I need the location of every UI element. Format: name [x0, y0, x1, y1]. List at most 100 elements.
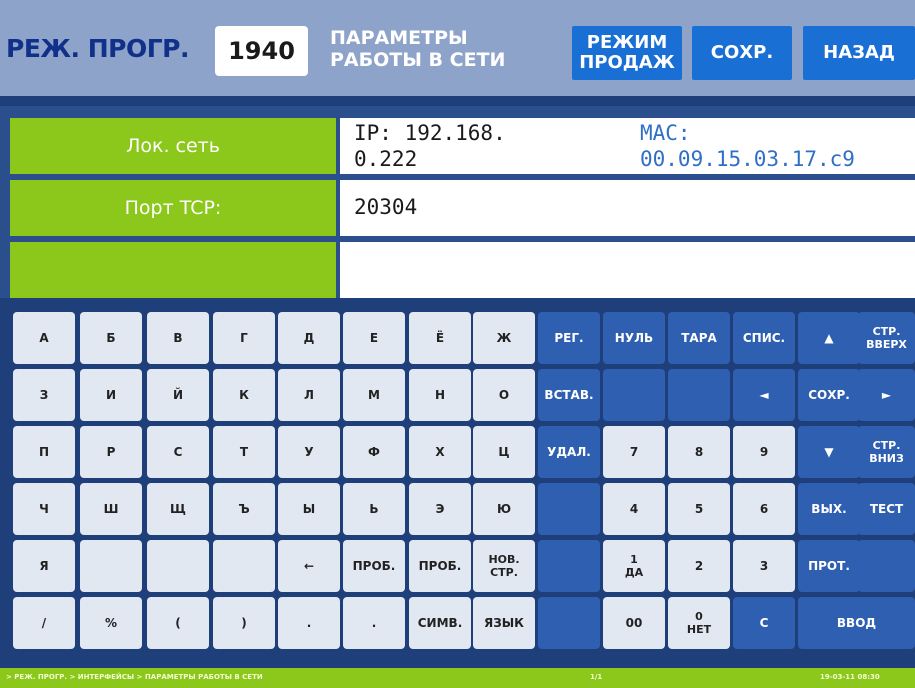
key-r5-c5[interactable]: .: [343, 597, 405, 649]
key-r2-c6[interactable]: Х: [409, 426, 471, 478]
key-r4-c4[interactable]: ←: [278, 540, 340, 592]
network-settings-panel: Лок. сеть IP: 192.168. 0.222 MAC: 00.09.…: [0, 106, 915, 298]
key-r5-c0[interactable]: /: [13, 597, 75, 649]
key-r5-c12[interactable]: ВВОД: [798, 597, 915, 649]
key-r5-c11[interactable]: С: [733, 597, 795, 649]
key-r1-c9[interactable]: [603, 369, 665, 421]
key-r3-c2[interactable]: Щ: [147, 483, 209, 535]
key-r0-c1[interactable]: Б: [80, 312, 142, 364]
key-r0-c10[interactable]: ТАРА: [668, 312, 730, 364]
empty-value-field[interactable]: [340, 242, 915, 298]
key-r5-c1[interactable]: %: [80, 597, 142, 649]
key-r0-c2[interactable]: В: [147, 312, 209, 364]
key-r3-c7[interactable]: Ю: [473, 483, 535, 535]
key-r3-c0[interactable]: Ч: [13, 483, 75, 535]
key-r5-c9[interactable]: 00: [603, 597, 665, 649]
key-r2-c0[interactable]: П: [13, 426, 75, 478]
key-r5-c8[interactable]: [538, 597, 600, 649]
key-r2-c2[interactable]: С: [147, 426, 209, 478]
tcp-port-value: 20304: [354, 195, 418, 219]
key-r5-c3[interactable]: ): [213, 597, 275, 649]
key-r2-c11[interactable]: 9: [733, 426, 795, 478]
screen-title: ПАРАМЕТРЫ РАБОТЫ В СЕТИ: [330, 27, 506, 71]
key-r2-c9[interactable]: 7: [603, 426, 665, 478]
key-r5-c10[interactable]: 0 НЕТ: [668, 597, 730, 649]
key-r3-c10[interactable]: 5: [668, 483, 730, 535]
key-r3-c13[interactable]: ТЕСТ: [858, 483, 915, 535]
key-r4-c9[interactable]: 1 ДА: [603, 540, 665, 592]
key-r3-c9[interactable]: 4: [603, 483, 665, 535]
lan-value-field[interactable]: IP: 192.168. 0.222 MAC: 00.09.15.03.17.c…: [340, 118, 915, 174]
key-r5-c6[interactable]: СИМВ.: [409, 597, 471, 649]
key-r4-c6[interactable]: ПРОБ.: [409, 540, 471, 592]
key-r2-c10[interactable]: 8: [668, 426, 730, 478]
empty-label[interactable]: [10, 242, 336, 298]
key-r4-c5[interactable]: ПРОБ.: [343, 540, 405, 592]
key-r1-c7[interactable]: О: [473, 369, 535, 421]
key-r1-c12[interactable]: СОХР.: [798, 369, 860, 421]
key-r3-c1[interactable]: Ш: [80, 483, 142, 535]
key-r1-c4[interactable]: Л: [278, 369, 340, 421]
key-r5-c7[interactable]: ЯЗЫК: [473, 597, 535, 649]
key-r4-c7[interactable]: НОВ. СТР.: [473, 540, 535, 592]
key-r3-c3[interactable]: Ъ: [213, 483, 275, 535]
tcp-port-label[interactable]: Порт TCP:: [10, 180, 336, 236]
key-r1-c3[interactable]: К: [213, 369, 275, 421]
key-r0-c6[interactable]: Ё: [409, 312, 471, 364]
key-r4-c0[interactable]: Я: [13, 540, 75, 592]
key-r0-c5[interactable]: Е: [343, 312, 405, 364]
key-r3-c11[interactable]: 6: [733, 483, 795, 535]
key-r2-c1[interactable]: Р: [80, 426, 142, 478]
datetime: 19-03-11 08:30: [820, 673, 880, 681]
key-r0-c0[interactable]: А: [13, 312, 75, 364]
key-r3-c8[interactable]: [538, 483, 600, 535]
key-r0-c3[interactable]: Г: [213, 312, 275, 364]
key-r4-c12[interactable]: ПРОТ.: [798, 540, 860, 592]
key-r0-c9[interactable]: НУЛЬ: [603, 312, 665, 364]
key-r4-c3[interactable]: [213, 540, 275, 592]
save-button[interactable]: СОХР.: [692, 26, 792, 80]
tcp-port-field[interactable]: 20304: [340, 180, 915, 236]
key-r5-c4[interactable]: .: [278, 597, 340, 649]
key-r1-c0[interactable]: З: [13, 369, 75, 421]
key-r2-c4[interactable]: У: [278, 426, 340, 478]
key-r1-c6[interactable]: Н: [409, 369, 471, 421]
key-r0-c12[interactable]: ▲: [798, 312, 860, 364]
key-r3-c5[interactable]: Ь: [343, 483, 405, 535]
key-r0-c8[interactable]: РЕГ.: [538, 312, 600, 364]
key-r1-c2[interactable]: Й: [147, 369, 209, 421]
key-r2-c12[interactable]: ▼: [798, 426, 860, 478]
key-r2-c13[interactable]: СТР. ВНИЗ: [858, 426, 915, 478]
key-r0-c7[interactable]: Ж: [473, 312, 535, 364]
key-r2-c8[interactable]: УДАЛ.: [538, 426, 600, 478]
key-r0-c11[interactable]: СПИС.: [733, 312, 795, 364]
key-r4-c2[interactable]: [147, 540, 209, 592]
key-r1-c10[interactable]: [668, 369, 730, 421]
key-r2-c3[interactable]: Т: [213, 426, 275, 478]
sales-mode-button[interactable]: РЕЖИМ ПРОДАЖ: [572, 26, 682, 80]
key-r1-c8[interactable]: ВСТАВ.: [538, 369, 600, 421]
key-r3-c6[interactable]: Э: [409, 483, 471, 535]
lan-label[interactable]: Лок. сеть: [10, 118, 336, 174]
mode-title: РЕЖ. ПРОГР.: [6, 34, 189, 63]
header-bar: РЕЖ. ПРОГР. 1940 ПАРАМЕТРЫ РАБОТЫ В СЕТИ…: [0, 0, 915, 96]
key-r0-c4[interactable]: Д: [278, 312, 340, 364]
key-r1-c11[interactable]: ◄: [733, 369, 795, 421]
breadcrumb: > РЕЖ. ПРОГР. > ИНТЕРФЕЙСЫ > ПАРАМЕТРЫ Р…: [6, 673, 263, 681]
key-r2-c5[interactable]: Ф: [343, 426, 405, 478]
key-r1-c5[interactable]: М: [343, 369, 405, 421]
key-r4-c1[interactable]: [80, 540, 142, 592]
key-r0-c13[interactable]: СТР. ВВЕРХ: [858, 312, 915, 364]
key-r5-c2[interactable]: (: [147, 597, 209, 649]
key-r4-c11[interactable]: 3: [733, 540, 795, 592]
key-r3-c12[interactable]: ВЫХ.: [798, 483, 860, 535]
back-button[interactable]: НАЗАД: [803, 26, 915, 80]
key-r4-c13[interactable]: [858, 540, 915, 592]
key-r4-c10[interactable]: 2: [668, 540, 730, 592]
key-r1-c13[interactable]: ►: [858, 369, 915, 421]
key-r2-c7[interactable]: Ц: [473, 426, 535, 478]
on-screen-keyboard: А Б В Г Д Е Ё Ж РЕГ. НУЛЬ ТАРА СПИС. ▲ СТР. ВВЕРХ З И Й К…: [0, 305, 915, 660]
key-r3-c4[interactable]: Ы: [278, 483, 340, 535]
key-r1-c1[interactable]: И: [80, 369, 142, 421]
key-r4-c8[interactable]: [538, 540, 600, 592]
